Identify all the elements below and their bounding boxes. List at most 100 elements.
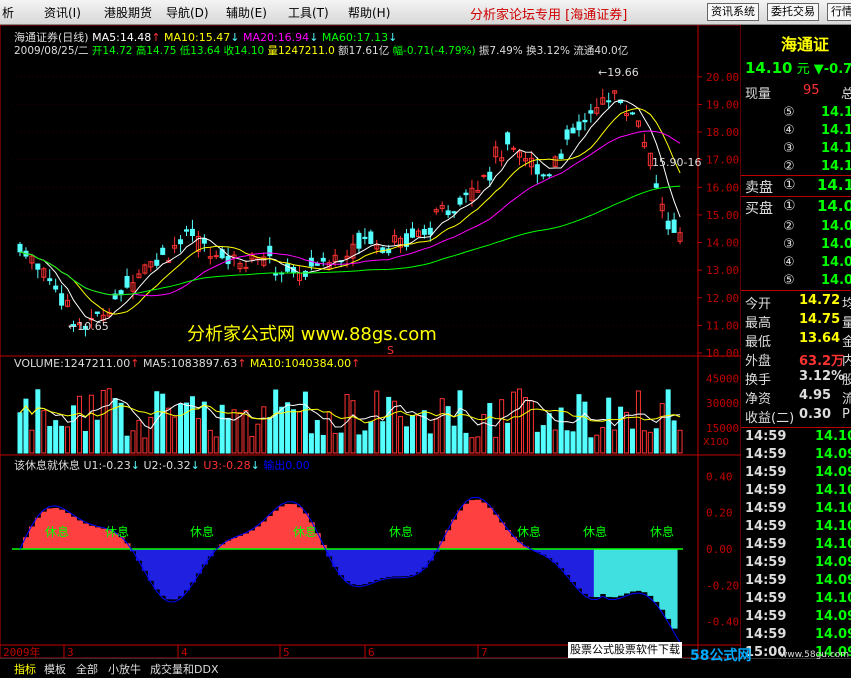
ad-banner[interactable]: 股票公式股票软件下载 (568, 642, 682, 658)
stat-suffix: 股 (842, 369, 851, 388)
menu-info[interactable]: 资讯(I) (44, 4, 81, 21)
oscillator-bar (505, 530, 511, 549)
stat-label: 最高 (745, 312, 771, 331)
volume-bar (529, 401, 533, 453)
tab-all[interactable]: 全部 (76, 661, 98, 677)
volume-bar (583, 402, 587, 453)
signal-mark: S (387, 344, 394, 357)
volume-bar (410, 415, 414, 453)
volume-bar (512, 392, 516, 453)
ma5-line (20, 100, 680, 322)
menu-help[interactable]: 帮助(H) (348, 4, 390, 21)
volume-bar (434, 419, 438, 453)
menu-hk-futures[interactable]: 港股期货 (104, 4, 152, 21)
stat-suffix: 量 (842, 312, 851, 331)
menu-bar: 析 资讯(I) 港股期货 导航(D) 辅助(E) 工具(T) 帮助(H) 分析家… (0, 0, 851, 25)
tab-volume-ddx[interactable]: 成交量和DDX (150, 661, 218, 677)
volume-bar (523, 397, 527, 453)
oscillator-bar (612, 549, 618, 597)
change-value: 幅-0.71(-4.79%) (393, 45, 476, 57)
rest-signal-label: 休息 (190, 523, 214, 540)
oscillator-bar (392, 549, 398, 576)
tab-template[interactable]: 模板 (44, 661, 66, 677)
divider (741, 290, 851, 291)
menu-navigate[interactable]: 导航(D) (166, 4, 209, 21)
tick-time: 14:59 (745, 447, 786, 462)
buy1-price: 14.0 (817, 197, 851, 215)
candle-body (369, 232, 373, 243)
menu-analysis[interactable]: 析 (2, 4, 14, 21)
tab-xiaofangniu[interactable]: 小放牛 (108, 661, 141, 677)
current-price: 14.10 (745, 59, 792, 77)
oscillator-bar (582, 549, 588, 594)
tick-time: 14:59 (745, 501, 786, 516)
menu-assist[interactable]: 辅助(E) (226, 4, 267, 21)
info-system-button[interactable]: 资讯系统 (707, 3, 759, 21)
price-tick-label: 11.00 (706, 319, 739, 332)
quote-panel: 海通证 14.10 元 ▼-0.7 现量 95 总 ⑤14.1④14.1③14.… (741, 25, 851, 658)
volume-bar (48, 426, 52, 453)
volume-bar (268, 418, 272, 453)
price-tick-label: 10.00 (706, 347, 739, 360)
oscillator-bar (243, 533, 249, 549)
volume-bar (179, 404, 183, 453)
date-tick-label: 7 (481, 646, 488, 658)
oscillator-bar (267, 516, 273, 549)
rest-signal-label: 休息 (45, 523, 69, 540)
oscillator-bar (160, 549, 166, 596)
tick-price: 14.10 (815, 519, 851, 534)
low-value: 低13.64 (180, 45, 221, 57)
price-row: 14.10 元 ▼-0.7 (745, 58, 851, 77)
oscillator-bar (398, 549, 404, 576)
oscillator-bar (76, 520, 82, 549)
tick-time: 14:59 (745, 429, 786, 444)
price-tick-label: 20.00 (706, 71, 739, 84)
candle-body (119, 291, 123, 295)
oscillator-bar (630, 549, 636, 592)
tick-price: 14.10 (815, 591, 851, 606)
stat-value: 14.72 (799, 293, 840, 308)
best-bid-row: 买盘 ① 14.0 (741, 197, 851, 217)
volume-ma5-label: MA5:1083897.63 (143, 357, 237, 370)
candle-body (535, 165, 539, 174)
volume-tick-label: 45000 (706, 372, 739, 385)
quote-button[interactable]: 行情 (827, 3, 851, 21)
volume-bar (642, 431, 646, 453)
tick-time: 14:59 (745, 519, 786, 534)
tab-indicator[interactable]: 指标 (14, 661, 36, 677)
indicator-tick-label: 0.40 (706, 470, 733, 483)
candle-body (559, 154, 563, 158)
candle-body (357, 233, 361, 248)
volume-bar (30, 430, 34, 453)
volume-bar (654, 429, 658, 453)
oscillator-bar (594, 549, 600, 597)
oscillator-bar (475, 500, 481, 549)
menu-tools[interactable]: 工具(T) (288, 4, 329, 21)
candle-body (60, 294, 64, 305)
volume-bar (208, 430, 212, 453)
turnover-value: 换3.12% (526, 45, 570, 57)
volume-bar (619, 407, 623, 453)
volume-bar (601, 427, 605, 453)
volume-bar (387, 397, 391, 453)
sell1-num: ① (783, 177, 796, 193)
volume-bar (393, 401, 397, 453)
volume-bar (137, 420, 141, 453)
volume-bar (476, 437, 480, 453)
volume-bar (173, 417, 177, 453)
oscillator-bar (71, 517, 77, 549)
candle-body (95, 312, 99, 313)
oscillator-bar (184, 549, 190, 590)
trade-button[interactable]: 委托交易 (767, 3, 819, 21)
candle-body (214, 256, 218, 257)
ask-level-label: ② (783, 159, 795, 174)
close-value: 收14.10 (224, 45, 265, 57)
volume-bar (131, 431, 135, 453)
volume-bar (381, 422, 385, 453)
chart-area[interactable]: 20.0019.0018.0017.0016.0015.0014.0013.00… (0, 25, 700, 658)
tick-time: 14:59 (745, 483, 786, 498)
cur-vol-suffix: 总 (841, 83, 851, 102)
oscillator-bar (237, 536, 243, 549)
tick-price: 14.09 (815, 465, 851, 480)
date-tick-label: 2009年 (3, 645, 41, 658)
